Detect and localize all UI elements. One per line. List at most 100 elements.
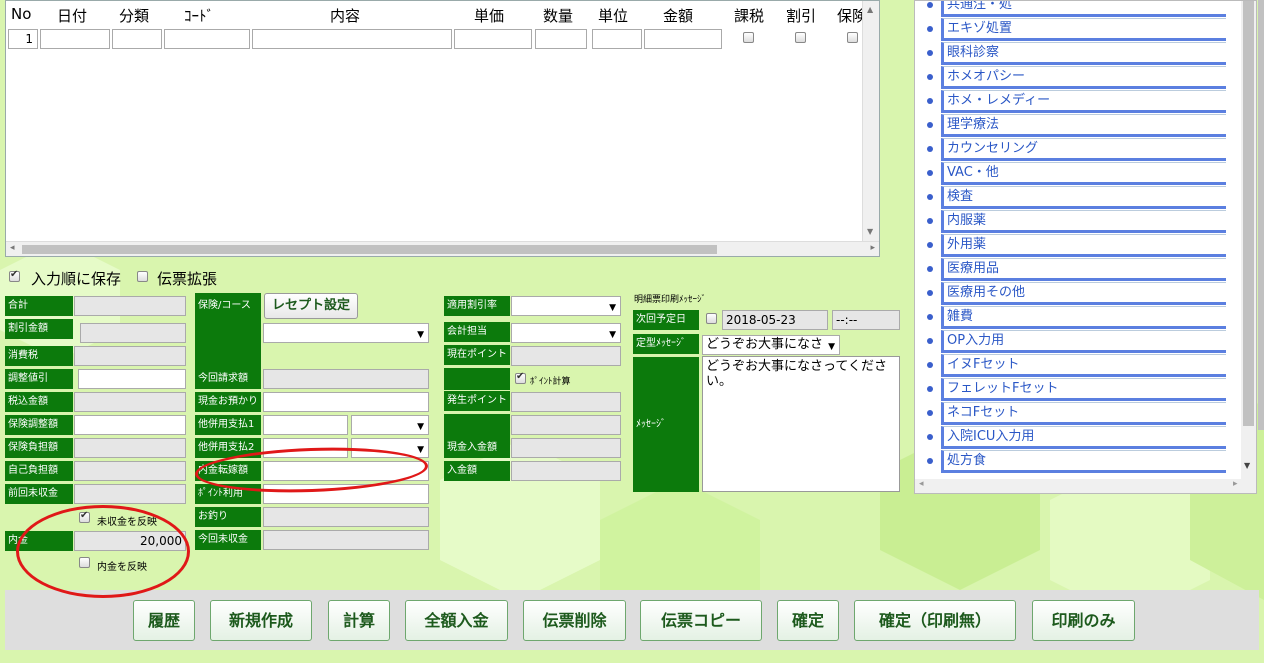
list-item-label[interactable]: 理学療法 [941, 114, 1226, 137]
receipt-setting-button[interactable]: レセプト設定 [264, 293, 358, 319]
list-item-label[interactable]: 医療用その他 [941, 282, 1226, 305]
next-date-input[interactable]: 2018-05-23 [722, 310, 828, 330]
accounting-staff-select[interactable]: ▼ [511, 323, 621, 343]
confirm-no-print-button[interactable]: 確定（印刷無） [854, 600, 1016, 641]
code-input[interactable] [164, 29, 250, 49]
list-item-label[interactable]: ホメ・レメディー [941, 90, 1226, 113]
discount-checkbox[interactable] [795, 32, 806, 43]
other-payment-1-select[interactable]: ▼ [351, 415, 429, 435]
list-item-label[interactable]: イヌFセット [941, 354, 1226, 377]
scroll-left-icon[interactable]: ◂ [10, 243, 15, 253]
scroll-left-icon[interactable]: ◂ [919, 479, 924, 489]
list-item[interactable]: 医療用品 [921, 258, 1236, 282]
template-message-value: どうぞお大事になさ [706, 337, 824, 352]
history-button[interactable]: 履歴 [133, 600, 195, 641]
content-input[interactable] [252, 29, 452, 49]
full-payment-button[interactable]: 全額入金 [405, 600, 508, 641]
point-calc-checkbox[interactable] [515, 371, 526, 384]
save-in-order-checkbox[interactable] [9, 269, 20, 282]
date-input[interactable] [40, 29, 110, 49]
scroll-down-icon[interactable]: ▼ [1244, 461, 1250, 470]
scroll-thumb[interactable] [1243, 1, 1254, 426]
calculate-button[interactable]: 計算 [328, 600, 390, 641]
template-message-select[interactable]: どうぞお大事になさ ▼ [702, 335, 840, 355]
insurance-adjust-input[interactable] [74, 415, 186, 435]
category-input[interactable] [112, 29, 162, 49]
list-item[interactable]: 雑費 [921, 306, 1236, 330]
list-item[interactable]: エキゾ処置 [921, 18, 1236, 42]
scroll-right-icon[interactable]: ▸ [870, 243, 875, 253]
list-item[interactable]: 検査 [921, 186, 1236, 210]
grid-vertical-scrollbar[interactable]: ▲ ▼ [862, 1, 879, 241]
other-payment-1-input[interactable] [263, 415, 348, 435]
list-item-label[interactable]: VAC・他 [941, 162, 1226, 185]
chevron-down-icon: ▼ [609, 303, 616, 313]
amount-input[interactable] [644, 29, 722, 49]
list-item-label[interactable]: カウンセリング [941, 138, 1226, 161]
list-item[interactable]: ホメオパシー [921, 66, 1236, 90]
list-item-label[interactable]: 雑費 [941, 306, 1226, 329]
label-point-calc-filler [444, 368, 510, 390]
quantity-input[interactable] [535, 29, 587, 49]
list-item-label[interactable]: エキゾ処置 [941, 18, 1226, 41]
list-item-label[interactable]: 医療用品 [941, 258, 1226, 281]
new-button[interactable]: 新規作成 [210, 600, 312, 641]
unit-price-input[interactable] [454, 29, 532, 49]
page-scrollbar[interactable] [1258, 0, 1264, 430]
label-consumption-tax: 消費税 [5, 346, 73, 366]
list-vertical-scrollbar[interactable]: ▼ [1241, 1, 1256, 479]
scroll-right-icon[interactable]: ▸ [1233, 479, 1238, 489]
list-item[interactable]: VAC・他 [921, 162, 1236, 186]
list-item[interactable]: カウンセリング [921, 138, 1236, 162]
next-date-checkbox[interactable] [706, 313, 717, 324]
unit-input[interactable] [592, 29, 642, 49]
grid-horizontal-scrollbar[interactable]: ◂ ▸ [6, 241, 879, 256]
insurance-course-select[interactable]: ▼ [263, 323, 429, 343]
scroll-down-icon[interactable]: ▼ [867, 227, 873, 236]
list-item[interactable]: 外用薬 [921, 234, 1236, 258]
cash-received-input[interactable] [263, 392, 429, 412]
list-item[interactable]: 入院ICU入力用 [921, 426, 1236, 450]
list-item[interactable]: 共通注・処 [921, 1, 1236, 18]
deposit-amount-field [511, 461, 621, 481]
list-item-label[interactable]: ホメオパシー [941, 66, 1226, 89]
scroll-up-icon[interactable]: ▲ [867, 5, 873, 14]
list-item[interactable]: ホメ・レメディー [921, 90, 1236, 114]
delete-slip-button[interactable]: 伝票削除 [523, 600, 626, 641]
list-item[interactable]: ネコFセット [921, 402, 1236, 426]
list-item[interactable]: 医療用その他 [921, 282, 1236, 306]
list-item[interactable]: フェレットFセット [921, 378, 1236, 402]
list-item[interactable]: 眼科診察 [921, 42, 1236, 66]
list-item-label[interactable]: 検査 [941, 186, 1226, 209]
label-cash-deposit: 現金入金額 [444, 438, 510, 458]
insurance-checkbox[interactable] [847, 32, 858, 43]
print-only-button[interactable]: 印刷のみ [1032, 600, 1135, 641]
next-time-input[interactable]: --:-- [832, 310, 900, 330]
copy-slip-button[interactable]: 伝票コピー [640, 600, 762, 641]
list-item[interactable]: イヌFセット [921, 354, 1236, 378]
list-item-label[interactable]: 内服薬 [941, 210, 1226, 233]
list-item-label[interactable]: 共通注・処 [941, 1, 1226, 17]
list-horizontal-scrollbar[interactable]: ◂ ▸ [915, 479, 1256, 493]
adjust-discount-input[interactable] [78, 369, 186, 389]
row-number: 1 [8, 29, 38, 49]
list-item[interactable]: OP入力用 [921, 330, 1236, 354]
label-other-payment-1: 他併用支払1 [195, 415, 261, 435]
list-item-label[interactable]: 処方食 [941, 450, 1226, 473]
taxable-checkbox[interactable] [743, 32, 754, 43]
list-item-label[interactable]: 外用薬 [941, 234, 1226, 257]
list-item[interactable]: 処方食 [921, 450, 1236, 474]
confirm-button[interactable]: 確定 [777, 600, 839, 641]
list-item[interactable]: 内服薬 [921, 210, 1236, 234]
message-textarea[interactable]: どうぞお大事になさってください。 [702, 356, 900, 492]
list-item-label[interactable]: ネコFセット [941, 402, 1226, 425]
list-item-label[interactable]: 眼科診察 [941, 42, 1226, 65]
scroll-thumb[interactable] [22, 245, 717, 254]
list-item[interactable]: 理学療法 [921, 114, 1236, 138]
discount-rate-select[interactable]: ▼ [511, 296, 621, 316]
expand-slip-checkbox[interactable] [137, 271, 148, 282]
list-item-label[interactable]: フェレットFセット [941, 378, 1226, 401]
label-earned-points: 発生ポイント [444, 391, 510, 411]
list-item-label[interactable]: OP入力用 [941, 330, 1226, 353]
list-item-label[interactable]: 入院ICU入力用 [941, 426, 1226, 449]
